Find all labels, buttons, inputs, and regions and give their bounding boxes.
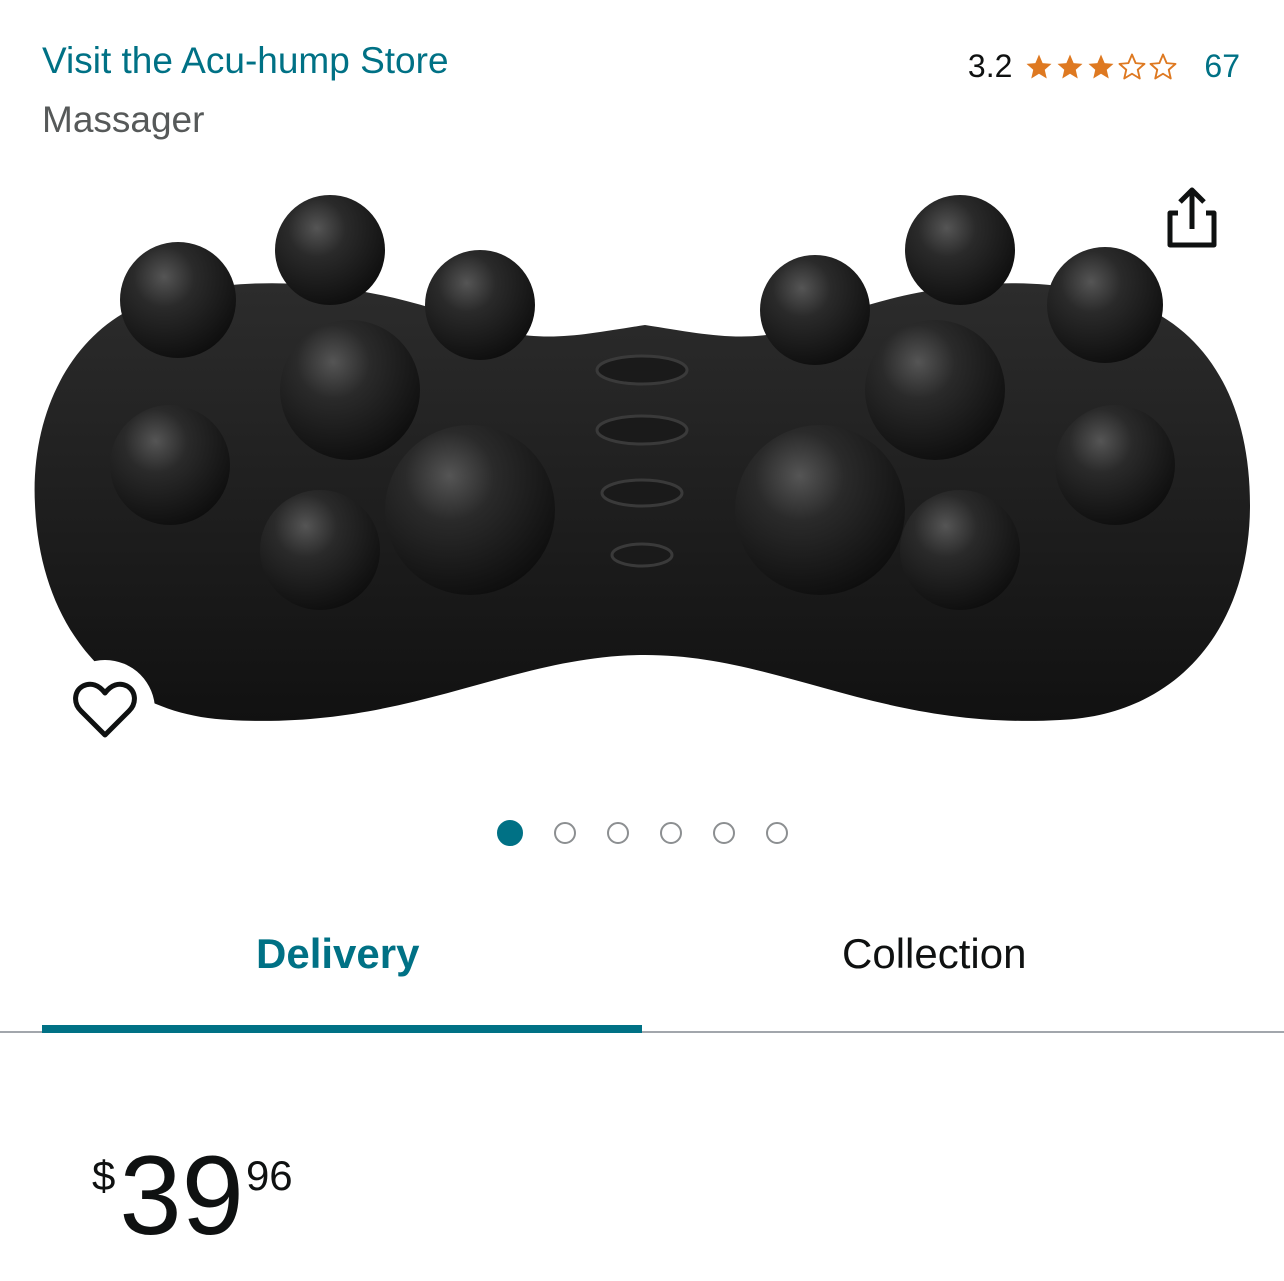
price: $ 39 96 xyxy=(92,1140,293,1252)
pagination-dot[interactable] xyxy=(606,822,629,844)
pagination-dot[interactable] xyxy=(553,822,576,844)
star-outline-icon xyxy=(1118,53,1146,79)
share-button[interactable] xyxy=(1162,185,1222,251)
pagination-dot[interactable] xyxy=(712,822,735,844)
tab-collection[interactable]: Collection xyxy=(842,930,1026,978)
star-icon xyxy=(1026,54,1052,78)
rating-value: 3.2 xyxy=(967,48,1013,84)
star-outline-icon xyxy=(1149,53,1177,79)
store-link[interactable]: Visit the Acu-hump Store xyxy=(42,40,449,82)
fulfillment-tabs: Delivery Collection xyxy=(42,930,1242,990)
star-rating xyxy=(1024,52,1178,82)
active-tab-indicator xyxy=(42,1025,642,1033)
rating-summary[interactable]: 3.2 67 xyxy=(968,48,1240,85)
product-category: Massager xyxy=(42,99,205,140)
pagination-dot[interactable] xyxy=(765,822,788,844)
star-icon xyxy=(1057,54,1083,78)
product-image[interactable] xyxy=(30,175,1260,745)
heart-icon xyxy=(73,681,137,738)
price-whole: 39 xyxy=(119,1133,244,1258)
pagination-dot[interactable] xyxy=(659,822,682,844)
price-currency: $ xyxy=(92,1152,116,1199)
image-pagination xyxy=(0,820,1284,846)
rating-count[interactable]: 67 xyxy=(1204,48,1240,85)
tab-delivery[interactable]: Delivery xyxy=(256,930,419,978)
star-icon xyxy=(1088,54,1114,78)
pagination-dot-active[interactable] xyxy=(496,820,523,846)
wishlist-button[interactable] xyxy=(55,660,155,760)
price-fraction: 96 xyxy=(245,1152,293,1199)
share-icon xyxy=(1167,187,1217,248)
